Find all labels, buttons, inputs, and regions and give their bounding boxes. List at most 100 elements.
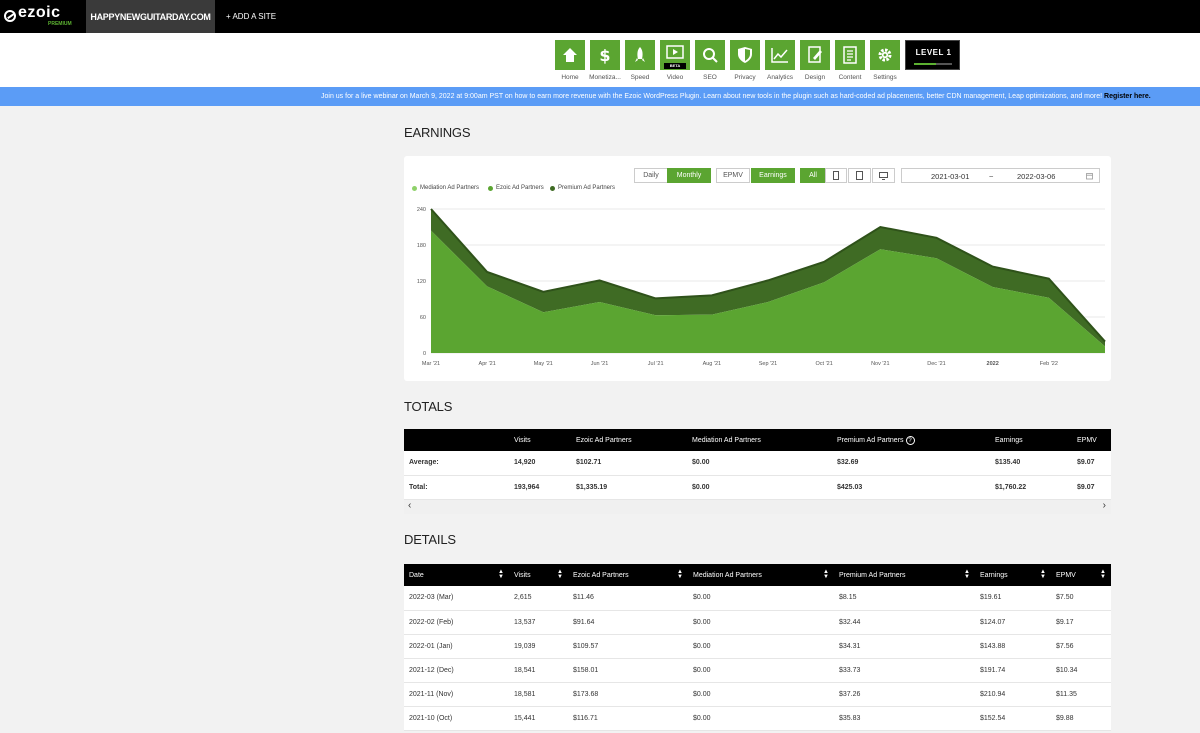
cell-epmv: $9.17 [1051, 610, 1111, 635]
legend-label: Premium Ad Partners [558, 185, 616, 191]
nav-home[interactable]: Home [555, 40, 585, 81]
site-selector[interactable]: HAPPYNEWGUITARDAY.COM [86, 0, 215, 33]
horizontal-scrollbar[interactable]: ‹ › [404, 500, 1111, 514]
x-tick-label: 2022 [987, 361, 999, 367]
sort-icon: ▲ ▼ [823, 569, 829, 580]
table-row[interactable]: 2021-10 (Oct) 15,441 $116.71 $0.00 $35.8… [404, 706, 1111, 731]
sort-epmv[interactable]: EPMV ▲ ▼ [1051, 564, 1111, 586]
nav-design[interactable]: Design [800, 40, 830, 81]
sort-ezoic[interactable]: Ezoic Ad Partners ▲ ▼ [568, 564, 688, 586]
y-tick-label: 180 [417, 243, 426, 249]
x-tick-label: Oct '21 [816, 361, 833, 367]
table-row: Average: 14,920 $102.71 $0.00 $32.69 $13… [404, 451, 1111, 476]
cell-epmv: $9.88 [1051, 706, 1111, 731]
cell-epmv: $7.50 [1051, 586, 1111, 611]
tablet-button[interactable] [848, 168, 871, 183]
totals-table: Visits Ezoic Ad Partners Mediation Ad Pa… [404, 429, 1111, 500]
legend-mediation[interactable]: Mediation Ad Partners [412, 185, 479, 191]
date-range-picker[interactable]: 2021-03-01 ~ 2022-03-06 [901, 168, 1100, 183]
cell-epmv: $10.34 [1051, 658, 1111, 683]
table-row[interactable]: 2021-11 (Nov) 18,581 $173.68 $0.00 $37.2… [404, 682, 1111, 707]
cell-date: 2021-12 (Dec) [404, 658, 509, 683]
sort-date[interactable]: Date ▲ ▼ [404, 564, 509, 586]
cell-mediation: $0.00 [688, 610, 834, 635]
totals-header-row: Visits Ezoic Ad Partners Mediation Ad Pa… [404, 429, 1111, 451]
sort-earnings[interactable]: Earnings ▲ ▼ [975, 564, 1051, 586]
date-from: 2021-03-01 [931, 172, 970, 181]
details-table: Date ▲ ▼ Visits ▲ ▼ Ezoic Ad Partners ▲ ▼ Medi… [404, 564, 1111, 731]
totals-col-ezoic: Ezoic Ad Partners [571, 429, 687, 451]
cell-ezoic: $91.64 [568, 610, 688, 635]
nav-content[interactable]: Content [835, 40, 865, 81]
svg-text:$: $ [599, 46, 610, 64]
totals-col-visits: Visits [509, 429, 571, 451]
table-row[interactable]: 2022-03 (Mar) 2,615 $11.46 $0.00 $8.15 $… [404, 586, 1111, 611]
app-nav: Home $ Monetiza... Speed BETA Video SEO … [0, 33, 1200, 87]
chart-icon [765, 40, 795, 70]
cell-premium: $37.26 [834, 682, 975, 707]
col-label: Visits [514, 571, 531, 579]
banner-text: Join us for a live webinar on March 9, 2… [321, 93, 1103, 100]
cell-mediation: $0.00 [688, 586, 834, 611]
legend-label: Mediation Ad Partners [420, 185, 480, 191]
cell-date: 2022-02 (Feb) [404, 610, 509, 635]
date-to: 2022-03-06 [1017, 172, 1056, 181]
monthly-button[interactable]: Monthly [667, 168, 711, 183]
nav-analytics[interactable]: Analytics [765, 40, 795, 81]
table-row[interactable]: 2022-02 (Feb) 13,537 $91.64 $0.00 $32.44… [404, 610, 1111, 635]
col-label: Date [409, 571, 424, 579]
legend-premium[interactable]: Premium Ad Partners [550, 185, 615, 191]
cell-ezoic: $11.46 [568, 586, 688, 611]
x-tick-label: Jun '21 [591, 361, 609, 367]
legend-ezoic[interactable]: Ezoic Ad Partners [488, 185, 544, 191]
nav-monetization[interactable]: $ Monetiza... [589, 40, 621, 81]
scroll-right-icon[interactable]: › [1103, 500, 1106, 511]
dollar-icon: $ [590, 40, 620, 70]
nav-privacy[interactable]: Privacy [730, 40, 760, 81]
cell-earnings: $191.74 [975, 658, 1051, 683]
all-devices-button[interactable]: All [800, 168, 826, 183]
table-row[interactable]: 2022-01 (Jan) 19,039 $109.57 $0.00 $34.3… [404, 634, 1111, 659]
x-tick-label: Jul '21 [648, 361, 664, 367]
daily-button[interactable]: Daily [634, 168, 668, 183]
cell-visits: 15,441 [509, 706, 568, 731]
cell-epmv: $11.35 [1051, 682, 1111, 707]
home-icon [555, 40, 585, 70]
y-tick-label: 120 [417, 279, 426, 285]
desktop-button[interactable] [872, 168, 895, 183]
totals-cell: 193,964 [509, 475, 571, 500]
calendar-icon [1086, 173, 1093, 180]
nav-settings[interactable]: Settings [870, 40, 900, 81]
ezoic-logo[interactable]: ezoic PREMIUM [0, 0, 86, 33]
cell-visits: 13,537 [509, 610, 568, 635]
beta-badge: BETA [664, 63, 686, 69]
x-tick-label: May '21 [534, 361, 553, 367]
sort-mediation[interactable]: Mediation Ad Partners ▲ ▼ [688, 564, 834, 586]
design-icon [800, 40, 830, 70]
nav-seo[interactable]: SEO [695, 40, 725, 81]
cell-earnings: $143.88 [975, 634, 1051, 659]
totals-col-mediation: Mediation Ad Partners [687, 429, 832, 451]
level-badge[interactable]: LEVEL 1 [905, 40, 960, 70]
scroll-left-icon[interactable]: ‹ [408, 500, 411, 511]
mobile-button[interactable] [825, 168, 847, 183]
x-tick-label: Feb '22 [1040, 361, 1058, 367]
shield-icon [730, 40, 760, 70]
epmv-button[interactable]: EPMV [716, 168, 750, 183]
totals-cell: $32.69 [832, 451, 990, 476]
add-site-button[interactable]: + ADD A SITE [226, 0, 276, 33]
help-icon[interactable]: ? [905, 435, 915, 445]
sort-visits[interactable]: Visits ▲ ▼ [509, 564, 568, 586]
x-tick-label: Sep '21 [759, 361, 777, 367]
cell-ezoic: $158.01 [568, 658, 688, 683]
earnings-button[interactable]: Earnings [751, 168, 795, 183]
totals-cell: $425.03 [832, 475, 990, 500]
totals-cell: $0.00 [687, 451, 832, 476]
nav-speed[interactable]: Speed [625, 40, 655, 81]
table-row[interactable]: 2021-12 (Dec) 18,541 $158.01 $0.00 $33.7… [404, 658, 1111, 683]
sort-premium[interactable]: Premium Ad Partners ▲ ▼ [834, 564, 975, 586]
logo-text: ezoic [18, 4, 61, 21]
earnings-title: EARNINGS [404, 125, 471, 140]
register-link[interactable]: Register here. [1104, 93, 1151, 100]
nav-video[interactable]: BETA Video [660, 40, 690, 81]
